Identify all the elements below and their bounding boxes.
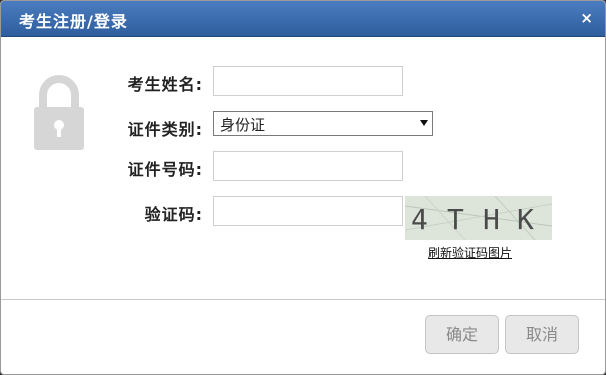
captcha-char: K — [517, 203, 534, 236]
id-type-label: 证件类别: — [127, 120, 203, 139]
captcha-image: 4 T H K — [405, 196, 552, 240]
close-icon[interactable]: × — [580, 9, 593, 27]
divider — [1, 299, 605, 300]
captcha-input[interactable] — [213, 196, 403, 226]
dialog-titlebar: 考生注册/登录 × — [1, 1, 605, 37]
id-number-label: 证件号码: — [127, 160, 203, 179]
confirm-button[interactable]: 确定 — [425, 315, 499, 354]
name-input[interactable] — [213, 66, 403, 96]
captcha-label: 验证码: — [144, 205, 203, 224]
captcha-char: T — [447, 203, 464, 236]
login-dialog: 考生注册/登录 × 考生姓名: 证件类别: 身份证 证件号码: 验证码: 4 T… — [0, 0, 606, 375]
id-type-selected-value: 身份证 — [220, 116, 266, 134]
captcha-char: 4 — [411, 203, 428, 236]
dialog-title: 考生注册/登录 — [19, 12, 128, 31]
refresh-captcha-link[interactable]: 刷新验证码图片 — [428, 244, 512, 261]
id-number-input[interactable] — [213, 151, 403, 181]
lock-icon — [34, 75, 84, 150]
name-label: 考生姓名: — [127, 75, 203, 94]
cancel-button[interactable]: 取消 — [505, 315, 579, 354]
captcha-char: H — [483, 203, 500, 236]
id-type-select[interactable]: 身份证 — [213, 111, 433, 136]
chevron-down-icon — [420, 120, 428, 126]
